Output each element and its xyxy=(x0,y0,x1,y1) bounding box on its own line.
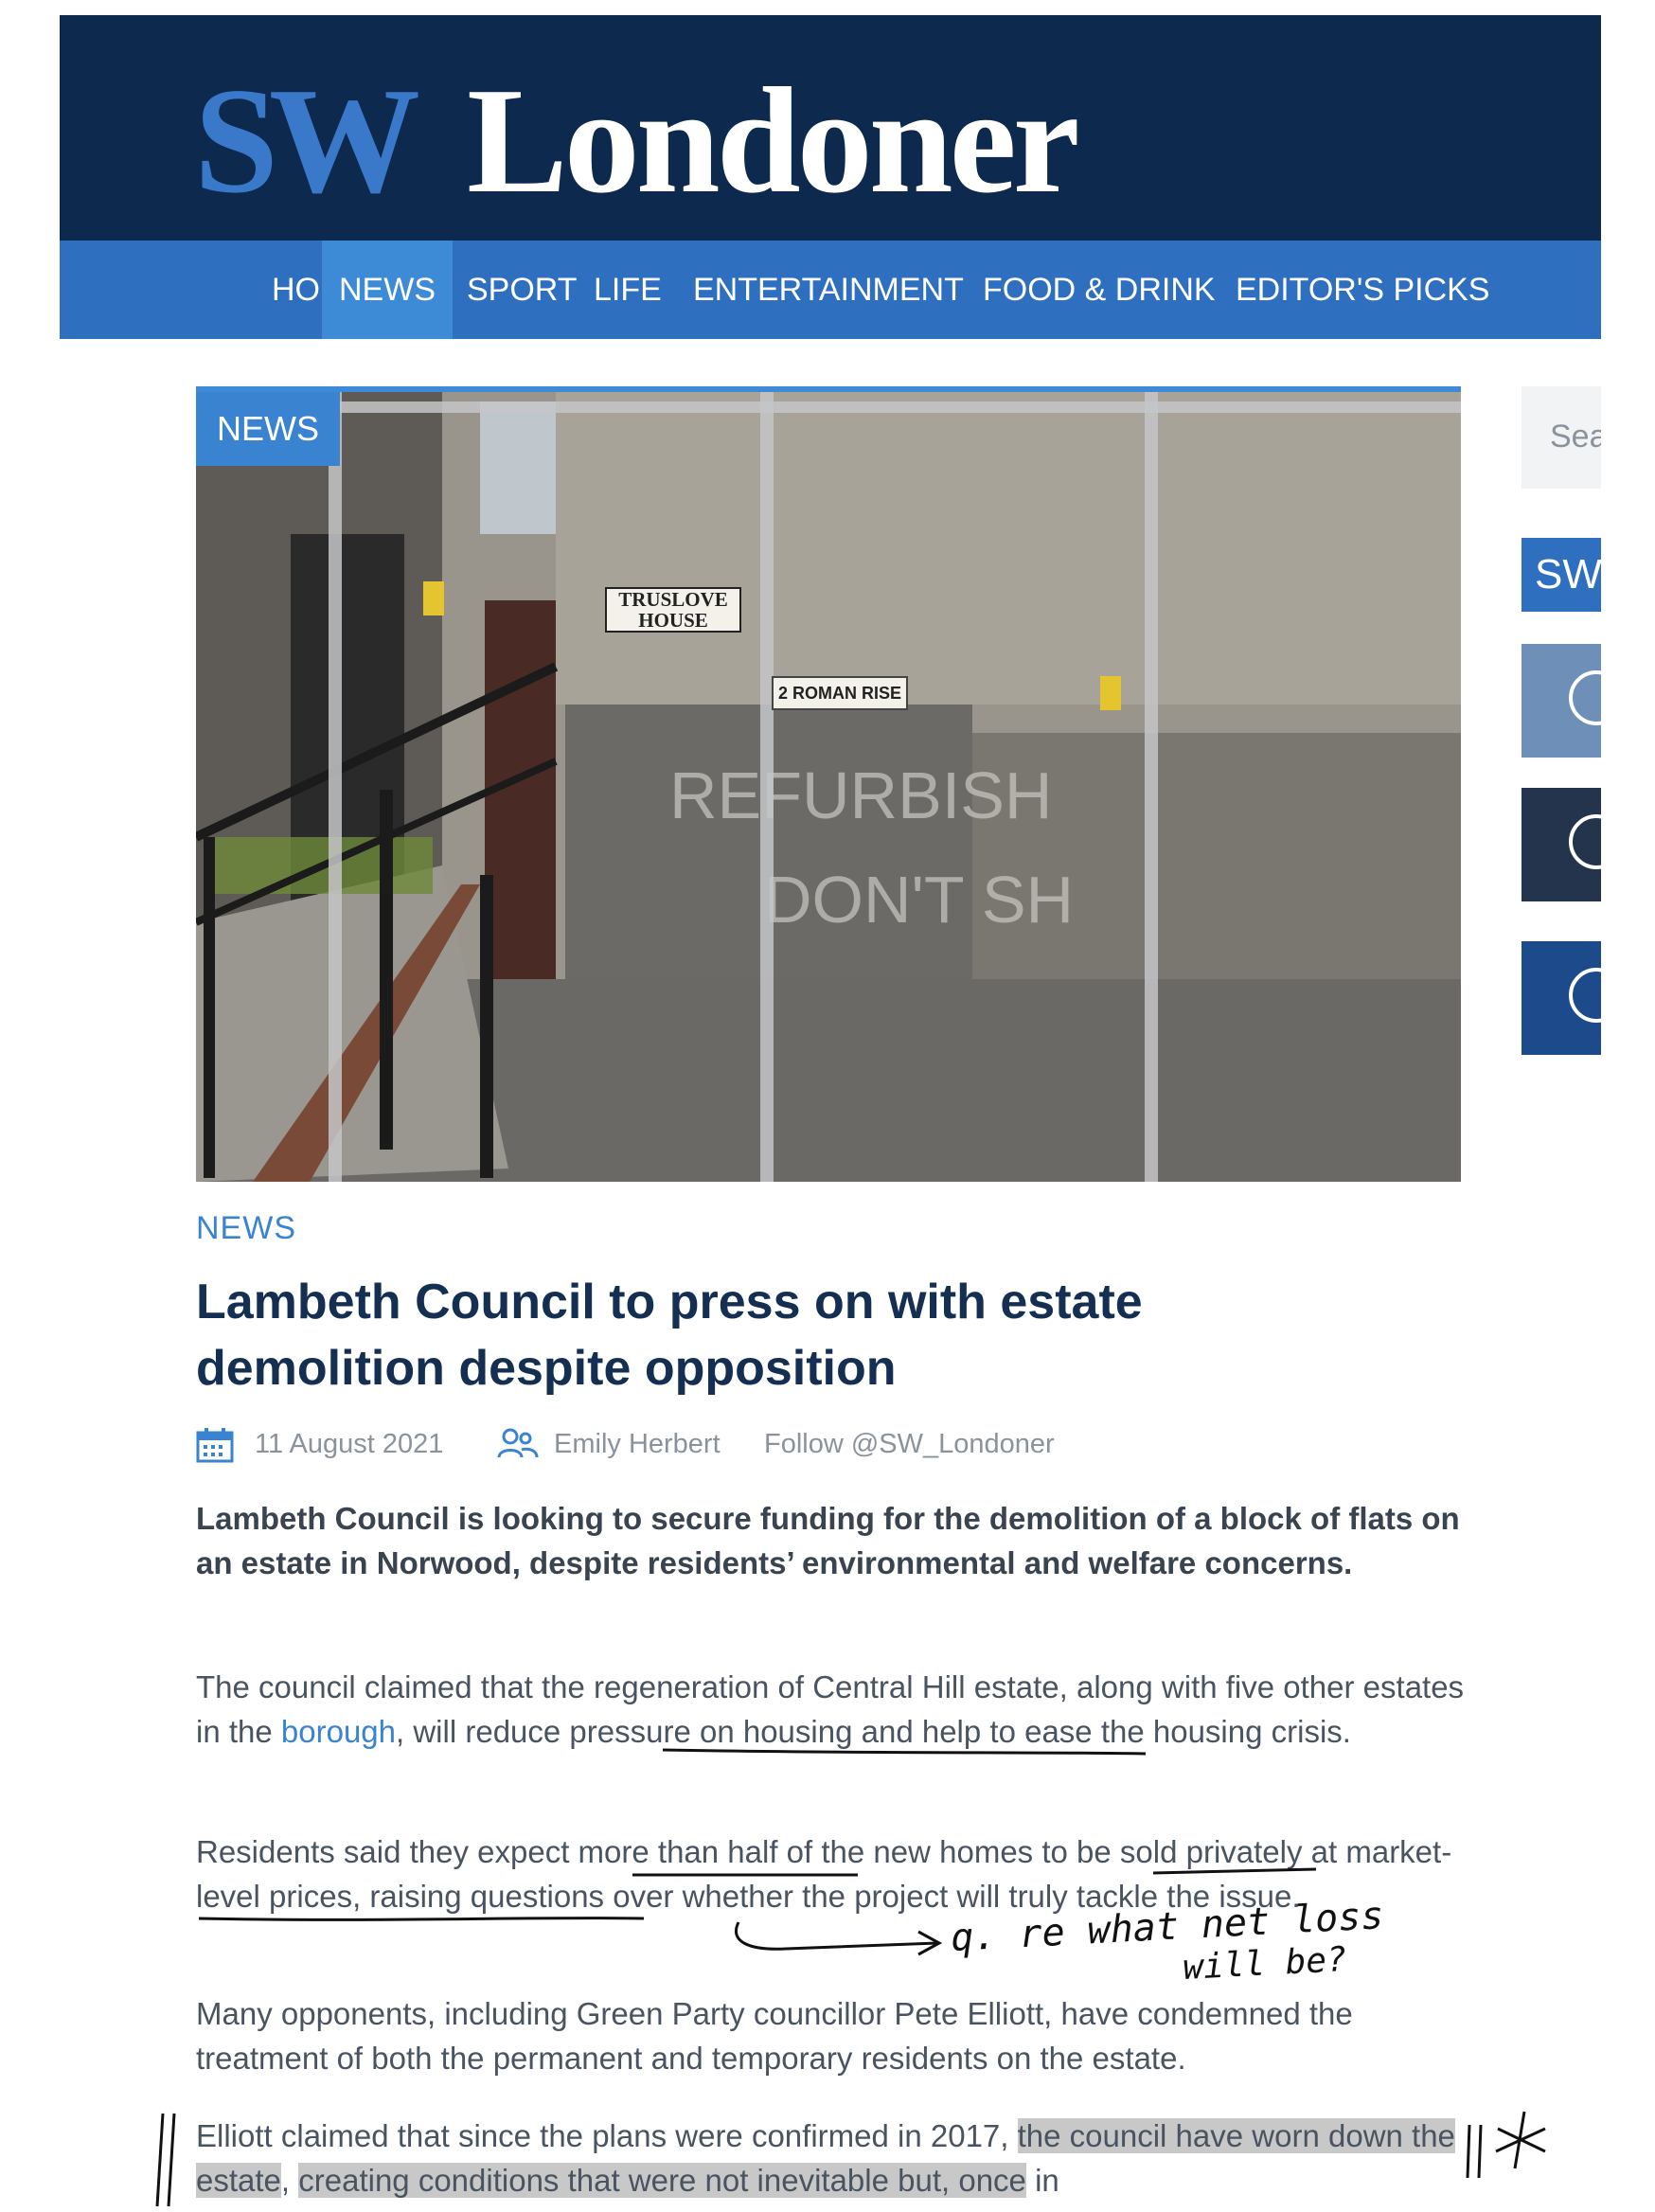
search-placeholder: Sea xyxy=(1550,419,1601,455)
nav-food-drink[interactable]: FOOD & DRINK xyxy=(966,241,1233,339)
user-icon xyxy=(497,1428,539,1458)
margin-note-line-2: will be? xyxy=(1182,1940,1347,1988)
sidebar-thumbnail[interactable] xyxy=(1522,941,1601,1055)
hero-category-tag[interactable]: NEWS xyxy=(196,392,340,466)
margin-bar-mark xyxy=(1466,2124,1471,2179)
paragraph-text: , will reduce pressure on housing and he… xyxy=(396,1714,1351,1749)
paragraph-text: in xyxy=(1025,2163,1059,2198)
margin-bar-mark xyxy=(167,2113,176,2207)
nav-news[interactable]: NEWS xyxy=(322,241,453,339)
nav-sport[interactable]: SPORT xyxy=(450,241,595,339)
nav-life[interactable]: LIFE xyxy=(577,241,679,339)
sidebar-thumbnail[interactable] xyxy=(1522,644,1601,758)
nav-entertainment[interactable]: ENTERTAINMENT xyxy=(676,241,981,339)
play-circle-icon xyxy=(1569,670,1601,725)
article-paragraph-3: Many opponents, including Green Party co… xyxy=(196,1996,1353,2076)
article-category[interactable]: NEWS xyxy=(196,1210,296,1247)
arrow-mark xyxy=(735,1921,938,1951)
play-circle-icon xyxy=(1569,968,1601,1023)
nav-editors-picks[interactable]: EDITOR'S PICKS xyxy=(1219,241,1506,339)
main-nav: HOME NEWS SPORT LIFE ENTERTAINMENT FOOD … xyxy=(60,241,1601,339)
highlighted-text: creating conditions that were not inevit… xyxy=(298,2163,1026,2198)
sidebar-thumbnail[interactable] xyxy=(1522,788,1601,901)
hero-photo: REFURBISH DON'T SH xyxy=(196,392,1461,1182)
play-circle-icon xyxy=(1569,814,1601,869)
svg-text:REFURBISH: REFURBISH xyxy=(669,758,1052,832)
article-date: 11 August 2021 xyxy=(255,1429,444,1459)
article-author[interactable]: Emily Herbert xyxy=(554,1423,721,1465)
article-paragraph-4: Elliott claimed that since the plans wer… xyxy=(196,2114,1465,2203)
asterisk-mark xyxy=(1495,2111,1546,2169)
article-paragraph-1: The council claimed that the regeneratio… xyxy=(196,1665,1465,1754)
paragraph-text: , xyxy=(280,2163,299,2198)
logo-sw[interactable]: SW xyxy=(194,64,420,216)
arrowhead-mark xyxy=(917,1930,943,1956)
logo-londoner[interactable]: Londoner xyxy=(467,64,1080,216)
margin-bar-mark xyxy=(155,2113,165,2207)
masthead: SW Londoner xyxy=(60,15,1601,241)
roman-rise-sign: 2 ROMAN RISE xyxy=(772,676,908,710)
margin-bar-mark xyxy=(1477,2124,1483,2179)
article-paragraph-2: Residents said they expect more than hal… xyxy=(196,1834,1452,1914)
sidebar-search-input[interactable]: Sea xyxy=(1522,386,1601,489)
paragraph-text: Elliott claimed that since the plans wer… xyxy=(196,2118,1018,2153)
article-lede: Lambeth Council is looking to secure fun… xyxy=(196,1501,1460,1580)
article-title: Lambeth Council to press on with estate … xyxy=(196,1275,1143,1396)
sidebar-sw-block[interactable]: SW xyxy=(1522,538,1601,612)
truslove-house-sign: TRUSLOVE HOUSE xyxy=(605,587,741,633)
hero-image[interactable]: REFURBISH DON'T SH NEWS TRUSLOVE HOUSE 2… xyxy=(196,386,1461,1182)
calendar-icon xyxy=(196,1428,234,1463)
borough-link[interactable]: borough xyxy=(281,1714,396,1749)
follow-link[interactable]: Follow @SW_Londoner xyxy=(764,1423,1055,1465)
svg-text:DON'T SH: DON'T SH xyxy=(764,863,1074,937)
